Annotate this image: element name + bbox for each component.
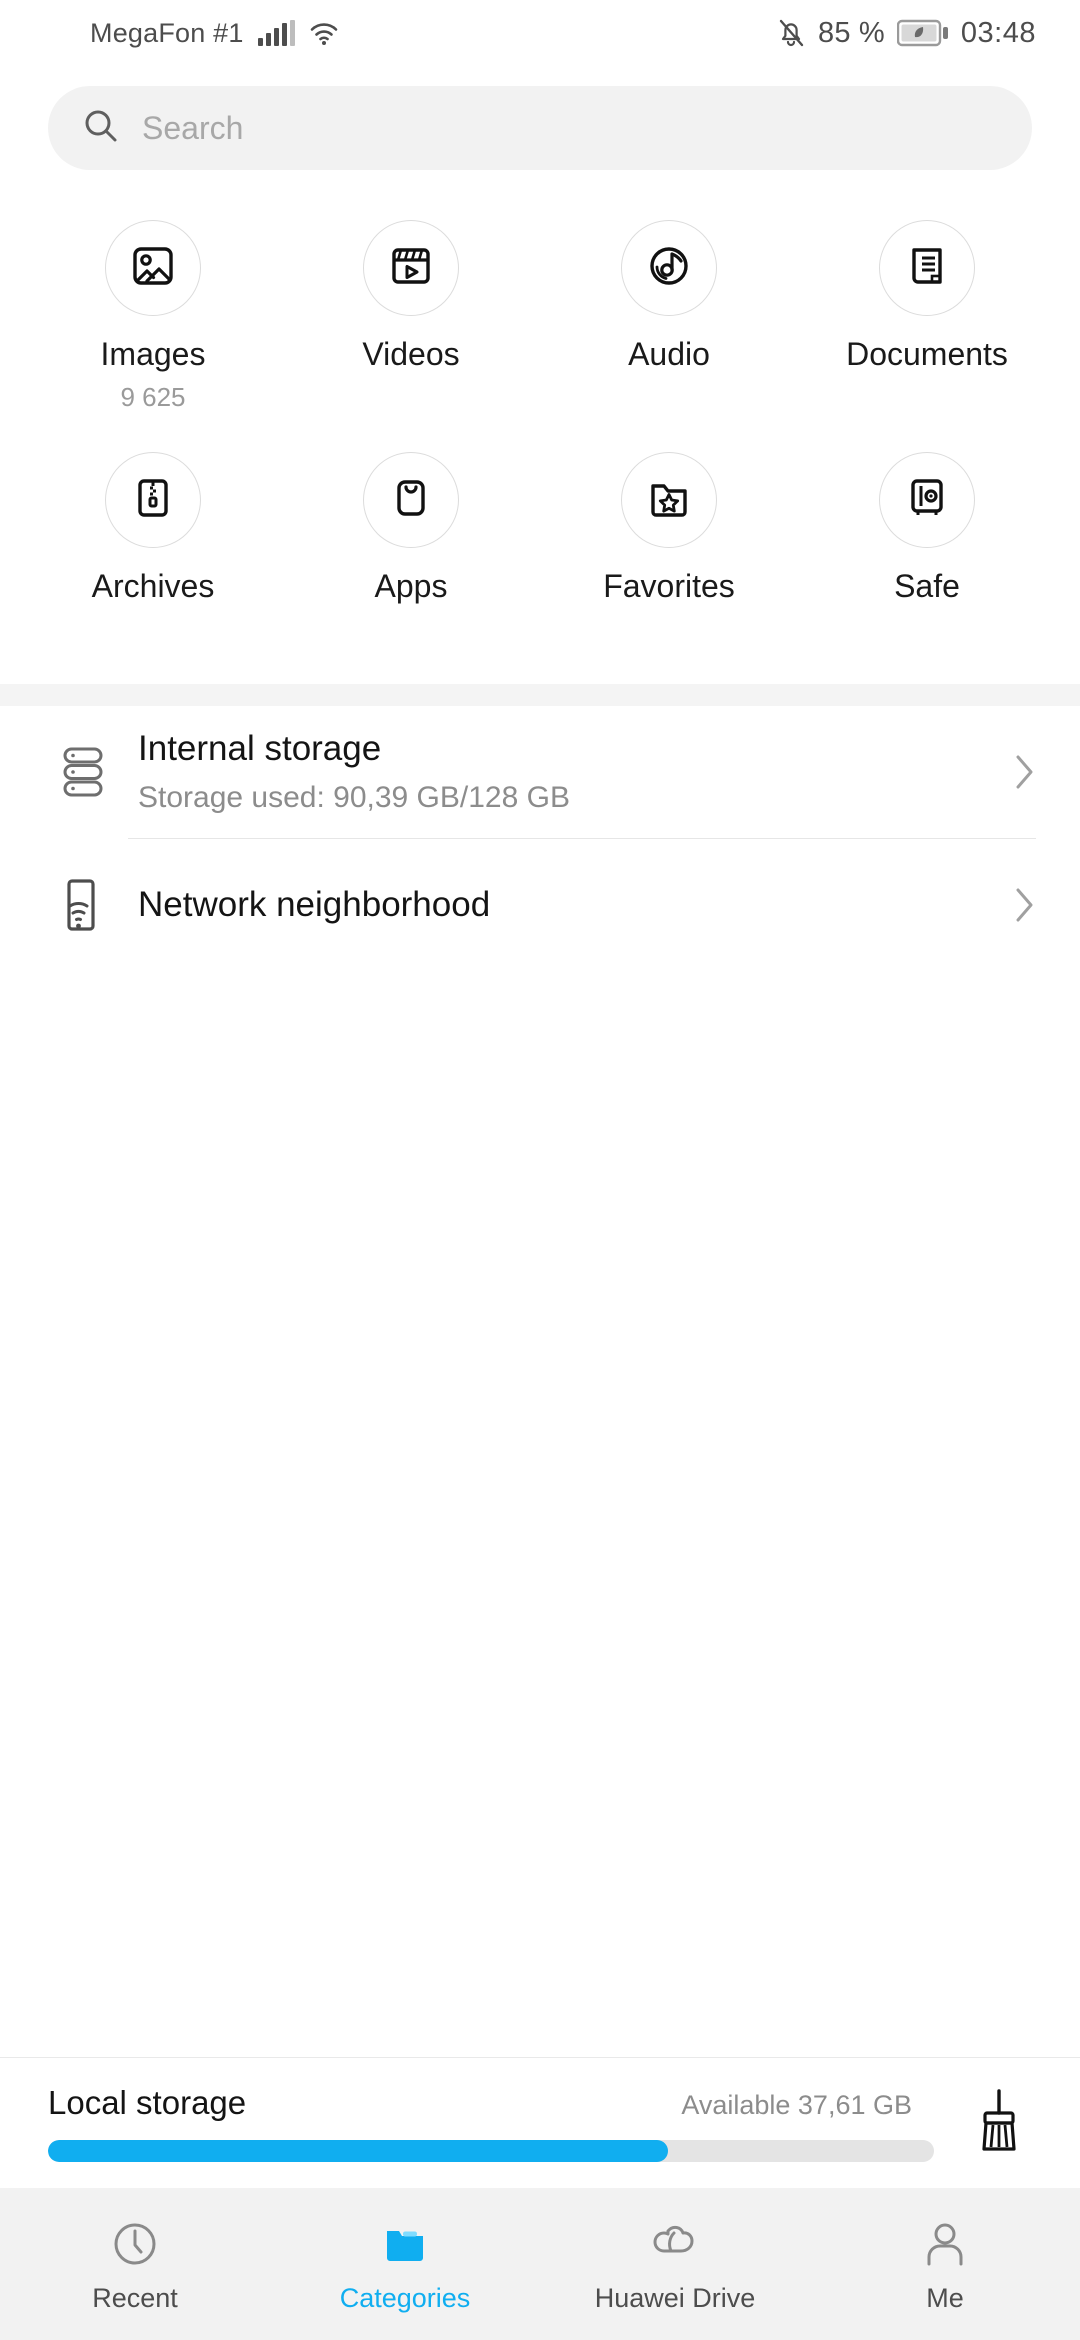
search-section: Search bbox=[0, 66, 1080, 170]
internal-storage-icon bbox=[48, 744, 120, 800]
category-icon-wrap bbox=[879, 220, 975, 316]
images-icon bbox=[127, 240, 179, 297]
list-item-title: Internal storage bbox=[138, 729, 382, 768]
status-bar-left: MegaFon #1 bbox=[90, 18, 339, 49]
cloud-icon bbox=[648, 2217, 702, 2271]
category-label: Videos bbox=[362, 336, 460, 372]
carrier-label: MegaFon #1 bbox=[90, 17, 244, 48]
category-label: Favorites bbox=[603, 568, 735, 604]
category-icon-wrap bbox=[621, 220, 717, 316]
category-label: Safe bbox=[894, 568, 960, 604]
category-videos[interactable]: Videos bbox=[282, 220, 540, 410]
section-divider-band bbox=[0, 684, 1080, 706]
category-apps[interactable]: Apps bbox=[282, 452, 540, 616]
audio-icon bbox=[643, 240, 695, 297]
safe-icon bbox=[901, 472, 953, 529]
category-documents[interactable]: Documents bbox=[798, 220, 1056, 410]
nav-label: Categories bbox=[339, 2282, 471, 2313]
search-icon bbox=[82, 107, 120, 150]
list-item-subtitle: Storage used: 90,39 GB/128 GB bbox=[138, 781, 570, 814]
favorites-icon bbox=[643, 472, 695, 529]
clock-label: 03:48 bbox=[960, 16, 1036, 49]
category-row-2: Archives Apps Favorites Safe bbox=[24, 452, 1056, 616]
chevron-right-icon[interactable] bbox=[996, 753, 1036, 791]
category-count: 9 625 bbox=[120, 382, 186, 412]
storage-progress-bar bbox=[48, 2140, 934, 2162]
videos-icon bbox=[385, 240, 437, 297]
category-label: Archives bbox=[91, 568, 215, 604]
signal-bars-icon bbox=[257, 20, 295, 46]
status-bar-right: 85 % 03:48 bbox=[776, 17, 1036, 50]
category-audio[interactable]: Audio bbox=[540, 220, 798, 410]
category-icon-wrap bbox=[105, 220, 201, 316]
list-item-network-neighborhood[interactable]: Network neighborhood bbox=[0, 839, 1080, 971]
nav-label: Huawei Drive bbox=[594, 2282, 756, 2313]
bell-muted-icon bbox=[776, 17, 806, 49]
category-icon-wrap bbox=[105, 452, 201, 548]
nav-item-huawei-drive[interactable]: Huawei Drive bbox=[540, 2217, 810, 2312]
status-bar: MegaFon #1 85 % 03:48 bbox=[0, 0, 1080, 66]
chevron-right-icon[interactable] bbox=[996, 886, 1036, 924]
clock-icon bbox=[110, 2217, 160, 2271]
storage-list: Internal storage Storage used: 90,39 GB/… bbox=[0, 706, 1080, 971]
nav-item-me[interactable]: Me bbox=[810, 2217, 1080, 2312]
category-icon-wrap bbox=[621, 452, 717, 548]
category-favorites[interactable]: Favorites bbox=[540, 452, 798, 616]
documents-icon bbox=[901, 240, 953, 297]
list-item-title: Network neighborhood bbox=[138, 885, 491, 924]
nav-label: Me bbox=[926, 2282, 964, 2313]
category-label: Apps bbox=[374, 568, 448, 604]
network-neighborhood-icon bbox=[48, 876, 120, 934]
category-label: Images bbox=[100, 336, 206, 372]
apps-icon bbox=[385, 472, 437, 529]
storage-progress-fill bbox=[48, 2140, 669, 2162]
broom-cleanup-icon[interactable] bbox=[962, 2087, 1036, 2159]
local-storage-title: Local storage bbox=[48, 2084, 247, 2121]
category-row-1: Images 9 625 Videos Audio Documents bbox=[24, 220, 1056, 410]
local-storage-available: Available 37,61 GB bbox=[681, 2090, 912, 2120]
search-input[interactable]: Search bbox=[142, 110, 243, 147]
nav-label: Recent bbox=[92, 2282, 178, 2313]
list-item-internal-storage[interactable]: Internal storage Storage used: 90,39 GB/… bbox=[0, 706, 1080, 838]
local-storage-panel: Local storage Available 37,61 GB bbox=[0, 2057, 1080, 2188]
category-icon-wrap bbox=[363, 220, 459, 316]
category-label: Documents bbox=[846, 336, 1008, 372]
list-item-text: Internal storage Storage used: 90,39 GB/… bbox=[120, 728, 996, 816]
nav-item-recent[interactable]: Recent bbox=[0, 2217, 270, 2312]
category-archives[interactable]: Archives bbox=[24, 452, 282, 616]
category-images[interactable]: Images 9 625 bbox=[24, 220, 282, 410]
bottom-navigation: Recent Categories Huawei Drive Me bbox=[0, 2188, 1080, 2340]
person-icon bbox=[920, 2217, 970, 2271]
battery-percent-label: 85 % bbox=[818, 16, 885, 49]
list-item-text: Network neighborhood bbox=[120, 884, 996, 926]
category-safe[interactable]: Safe bbox=[798, 452, 1056, 616]
archives-icon bbox=[127, 472, 179, 529]
category-grid: Images 9 625 Videos Audio Documents Arch… bbox=[0, 170, 1080, 616]
wifi-icon bbox=[309, 20, 339, 46]
local-storage-header: Local storage Available 37,61 GB bbox=[48, 2084, 934, 2122]
file-manager-screen: MegaFon #1 85 % 03:48 Search Images 9 62… bbox=[0, 0, 1080, 2340]
category-icon-wrap bbox=[879, 452, 975, 548]
category-icon-wrap bbox=[363, 452, 459, 548]
battery-powersave-leaf-icon bbox=[896, 19, 949, 47]
local-storage-main: Local storage Available 37,61 GB bbox=[48, 2084, 934, 2162]
nav-item-categories[interactable]: Categories bbox=[270, 2217, 540, 2312]
folder-icon bbox=[380, 2217, 430, 2271]
search-bar[interactable]: Search bbox=[48, 86, 1032, 170]
category-label: Audio bbox=[628, 336, 710, 372]
